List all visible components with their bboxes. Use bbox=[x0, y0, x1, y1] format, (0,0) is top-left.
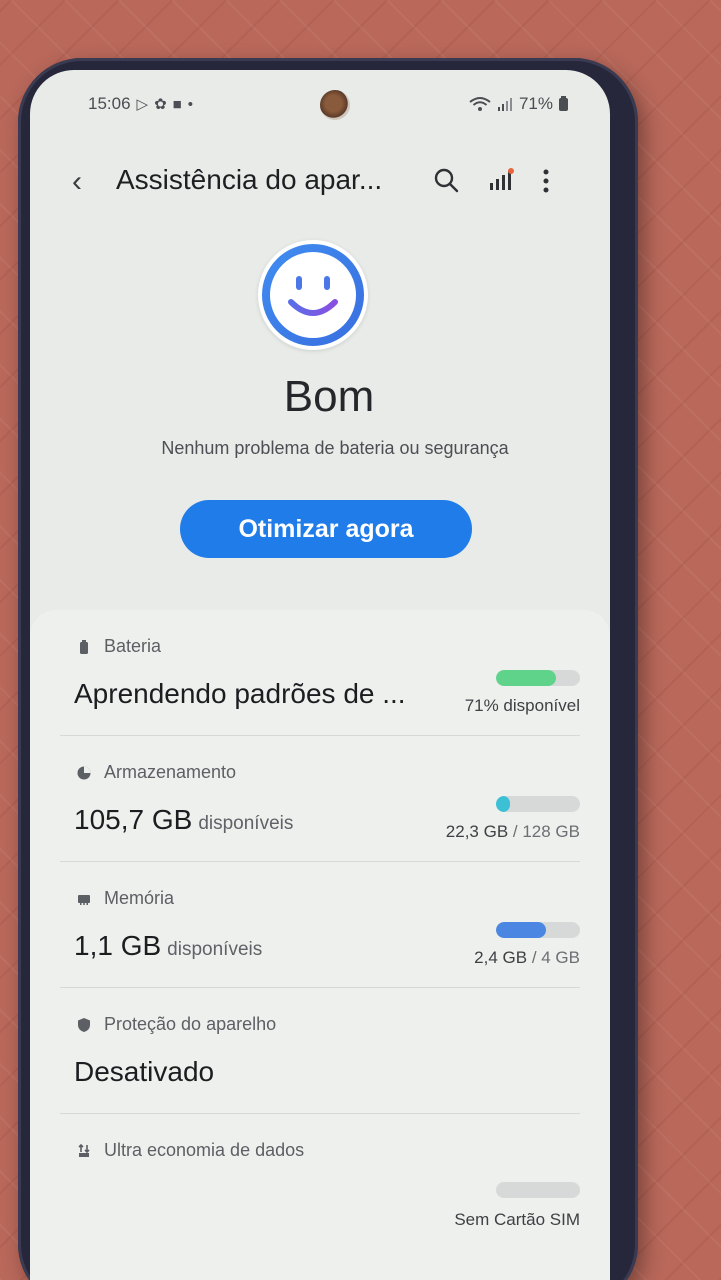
battery-level-fill bbox=[496, 670, 556, 686]
storage-used: 22,3 GB bbox=[445, 822, 509, 841]
page-title: Assistência do apar... bbox=[116, 164, 383, 195]
wifi-icon bbox=[469, 97, 491, 111]
cell-signal-icon bbox=[497, 98, 512, 111]
battery-note: 71% disponível bbox=[464, 696, 580, 715]
storage-unit: disponíveis bbox=[198, 813, 294, 834]
memory-section-icon bbox=[78, 894, 90, 905]
storage-label: Armazenamento bbox=[104, 762, 237, 782]
storage-level-bar bbox=[496, 796, 580, 812]
battery-value: Aprendendo padrões de ... bbox=[74, 678, 406, 709]
memory-unit: disponíveis bbox=[167, 939, 263, 960]
optimize-now-button[interactable]: Otimizar agora bbox=[180, 500, 472, 558]
memory-level-fill bbox=[496, 922, 547, 938]
dot-icon: • bbox=[187, 95, 193, 113]
memory-level-bar bbox=[496, 922, 580, 938]
data-saver-note: Sem Cartão SIM bbox=[454, 1210, 580, 1229]
battery-section[interactable]: Bateria Aprendendo padrões de ... 71% di… bbox=[60, 610, 580, 736]
protection-label: Proteção do aparelho bbox=[104, 1014, 277, 1034]
battery-label: Bateria bbox=[104, 636, 162, 656]
status-bar: 15:06 ▷ ✿ ■ • 71% bbox=[30, 92, 610, 116]
memory-value: 1,1 GB bbox=[74, 930, 162, 961]
storage-usage: 22,3 GB / 128 GB bbox=[446, 822, 580, 842]
search-icon[interactable] bbox=[432, 166, 460, 194]
shield-icon bbox=[78, 1017, 90, 1032]
memory-label: Memória bbox=[104, 888, 175, 908]
battery-percent: 71% bbox=[518, 94, 553, 113]
smiley-status-icon bbox=[258, 240, 368, 350]
play-store-icon: ▷ bbox=[136, 95, 149, 113]
storage-level-fill bbox=[496, 796, 511, 812]
battery-level-bar bbox=[496, 670, 580, 686]
back-icon[interactable]: ‹ bbox=[72, 164, 100, 200]
protection-section[interactable]: Proteção do aparelho Desativado bbox=[60, 988, 580, 1114]
device-care-screen: 15:06 ▷ ✿ ■ • 71% ‹ Assistência do apar.… bbox=[30, 70, 610, 1280]
status-headline: Bom bbox=[283, 372, 375, 421]
bag-icon: ■ bbox=[172, 95, 182, 113]
signal-icon[interactable] bbox=[488, 168, 514, 192]
storage-value: 105,7 GB bbox=[74, 804, 193, 835]
memory-value-row: 1,1 GB disponíveis bbox=[74, 930, 262, 962]
data-saver-icon bbox=[78, 1143, 90, 1157]
data-saver-section[interactable]: Ultra economia de dados Sem Cartão SIM bbox=[60, 1114, 580, 1240]
memory-section[interactable]: Memória 1,1 GB disponíveis 2,4 GB / 4 GB bbox=[60, 862, 580, 988]
protection-value: Desativado bbox=[74, 1056, 215, 1087]
storage-section-icon bbox=[77, 766, 91, 779]
status-time: 15:06 bbox=[88, 94, 131, 113]
memory-total: / 4 GB bbox=[531, 948, 580, 967]
storage-total: / 128 GB bbox=[512, 822, 580, 841]
device-care-card: Bateria Aprendendo padrões de ... 71% di… bbox=[30, 610, 610, 1280]
memory-used: 2,4 GB bbox=[474, 948, 528, 967]
battery-icon bbox=[559, 95, 568, 111]
app-bar: ‹ Assistência do apar... bbox=[30, 158, 610, 208]
settings-icon: ✿ bbox=[154, 95, 167, 113]
battery-section-icon bbox=[80, 639, 88, 654]
memory-usage: 2,4 GB / 4 GB bbox=[474, 948, 580, 968]
status-description: Nenhum problema de bateria ou segurança bbox=[161, 438, 509, 458]
data-saver-level-bar bbox=[496, 1182, 580, 1198]
storage-section[interactable]: Armazenamento 105,7 GB disponíveis 22,3 G… bbox=[60, 736, 580, 862]
storage-value-row: 105,7 GB disponíveis bbox=[74, 804, 293, 836]
data-saver-label: Ultra economia de dados bbox=[104, 1140, 305, 1160]
more-options-icon[interactable] bbox=[538, 166, 554, 196]
